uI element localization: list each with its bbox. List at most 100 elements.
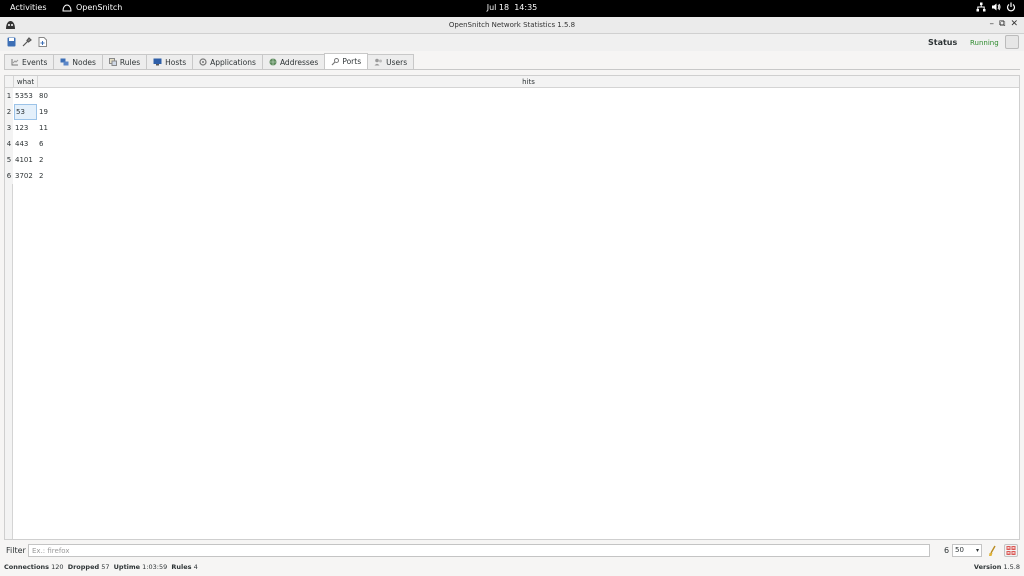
table-row[interactable]: 3 123 11 [5, 120, 1019, 136]
table-row[interactable]: 1 5353 80 [5, 88, 1019, 104]
opensnitch-app-icon [62, 3, 72, 11]
clock-time: 14:35 [514, 3, 538, 12]
status-label: Status [928, 38, 958, 47]
table-row[interactable]: 6 3702 2 [5, 168, 1019, 184]
delete-button[interactable] [1004, 544, 1018, 557]
column-header-hits[interactable]: hits [38, 76, 1019, 88]
tab-applications[interactable]: Applications [192, 54, 263, 69]
cell-what[interactable]: 5353 [14, 88, 37, 104]
window-titlebar: OpenSnitch Network Statistics 1.5.8 – ⧉ … [0, 17, 1024, 34]
cell-what[interactable]: 4101 [14, 152, 37, 168]
row-number: 6 [5, 168, 13, 184]
maximize-button[interactable]: ⧉ [999, 19, 1005, 29]
cell-what[interactable]: 443 [14, 136, 37, 152]
rules-value: 4 [193, 563, 198, 571]
table-row[interactable]: 2 53 19 [5, 104, 1019, 120]
dropped-value: 57 [101, 563, 110, 571]
addresses-icon [269, 58, 277, 66]
tab-label: Hosts [165, 57, 187, 67]
cell-hits[interactable]: 2 [38, 168, 98, 184]
filter-input[interactable] [28, 544, 930, 557]
cell-hits[interactable]: 2 [38, 152, 98, 168]
tab-ports[interactable]: Ports [324, 53, 369, 69]
filter-bar: Filter 6 50 ▾ [0, 543, 1024, 558]
tab-label: Applications [210, 57, 256, 67]
opensnitch-window-icon [6, 21, 15, 29]
preferences-icon[interactable] [22, 37, 32, 47]
limit-select[interactable]: 50 ▾ [952, 544, 982, 557]
tab-hosts[interactable]: Hosts [146, 54, 194, 69]
clock: Jul 18 14:35 [0, 3, 1024, 12]
events-icon [11, 59, 19, 66]
status-value: Running [970, 39, 999, 47]
row-count: 6 [944, 546, 950, 555]
connections-label: Connections [4, 563, 50, 571]
hosts-icon [153, 58, 162, 66]
tab-users[interactable]: Users [367, 54, 415, 69]
minimize-button[interactable]: – [990, 19, 995, 29]
corner-button[interactable] [5, 76, 14, 88]
tab-addresses[interactable]: Addresses [261, 54, 326, 69]
row-number: 5 [5, 152, 13, 168]
start-stop-button[interactable] [1005, 35, 1019, 49]
applications-icon [199, 58, 207, 66]
version-value: 1.5.8 [1003, 563, 1020, 571]
table-row[interactable]: 5 4101 2 [5, 152, 1019, 168]
power-icon [1006, 2, 1016, 12]
gnome-top-bar: Activities OpenSnitch Jul 18 14:35 [0, 0, 1024, 17]
connections-value: 120 [51, 563, 64, 571]
cell-hits[interactable]: 19 [38, 104, 98, 120]
tab-label: Addresses [279, 57, 319, 67]
cell-what[interactable]: 3702 [14, 168, 37, 184]
tab-nodes[interactable]: Nodes [53, 54, 103, 69]
row-number: 4 [5, 136, 13, 152]
limit-value: 50 [955, 546, 964, 554]
column-header-what[interactable]: what [14, 76, 38, 88]
delete-icon [1006, 546, 1016, 555]
tab-label: Users [386, 57, 408, 67]
clock-date: Jul 18 [486, 3, 510, 12]
cell-hits[interactable]: 80 [38, 88, 98, 104]
row-number: 1 [5, 88, 13, 104]
app-menu-label: OpenSnitch [76, 3, 123, 12]
table-header: what hits [5, 76, 1019, 88]
close-button[interactable]: ✕ [1010, 19, 1018, 29]
nodes-icon [60, 58, 69, 66]
status-bar: Connections 120 Dropped 57 Uptime 1:03:5… [0, 561, 1024, 573]
clock-button[interactable]: Jul 18 14:35 [487, 3, 538, 12]
version-info: Version 1.5.8 [974, 563, 1020, 571]
tab-label: Ports [342, 57, 362, 66]
clean-filter-icon[interactable] [987, 544, 999, 557]
activities-button[interactable]: Activities [10, 3, 47, 12]
table-row[interactable]: 4 443 6 [5, 136, 1019, 152]
rules-label: Rules [171, 563, 192, 571]
connection-stats: Connections 120 Dropped 57 Uptime 1:03:5… [4, 563, 198, 571]
app-menu[interactable]: OpenSnitch [62, 3, 122, 12]
tab-label: Nodes [72, 57, 96, 67]
network-icon [976, 2, 986, 12]
uptime-label: Uptime [113, 563, 141, 571]
row-number: 2 [5, 104, 13, 120]
tab-rules[interactable]: Rules [101, 54, 148, 69]
new-rule-icon[interactable] [38, 37, 47, 47]
ports-table[interactable]: what hits 1 5353 80 2 53 19 3 123 11 4 4… [4, 75, 1020, 540]
cell-hits[interactable]: 6 [38, 136, 98, 152]
tab-events[interactable]: Events [4, 54, 55, 69]
cell-what[interactable]: 123 [14, 120, 37, 136]
ports-icon [331, 57, 340, 65]
save-icon[interactable] [7, 37, 16, 47]
main-toolbar: Status Running [0, 34, 1024, 51]
version-label: Version [973, 563, 1002, 571]
cell-what-selected[interactable]: 53 [14, 104, 37, 120]
users-icon [374, 58, 383, 66]
dropped-label: Dropped [67, 563, 100, 571]
uptime-value: 1:03:59 [142, 563, 168, 571]
row-number: 3 [5, 120, 13, 136]
cell-hits[interactable]: 11 [38, 120, 98, 136]
filter-label: Filter [6, 546, 26, 555]
window-title: OpenSnitch Network Statistics 1.5.8 [448, 21, 576, 29]
tab-bar: Events Nodes Rules Hosts Applications Ad… [4, 53, 415, 69]
system-tray[interactable] [976, 2, 1016, 12]
tab-label: Events [22, 57, 48, 67]
rules-icon [108, 58, 117, 66]
